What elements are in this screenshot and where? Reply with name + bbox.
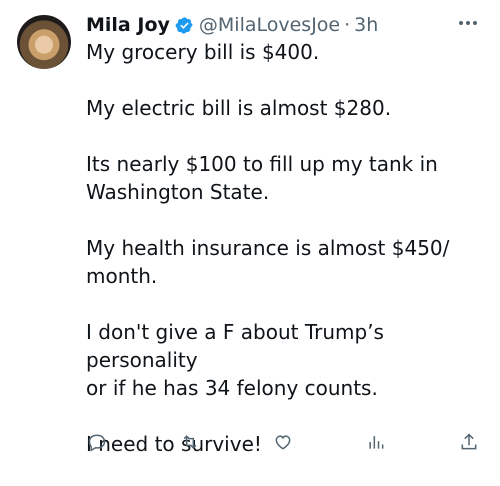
reply-icon[interactable] (86, 432, 108, 452)
author-name[interactable]: Mila Joy (86, 14, 170, 36)
more-dot (473, 21, 477, 25)
author-handle[interactable]: @MilaLovesJoe (199, 14, 340, 36)
tweet: Mila Joy @MilaLovesJoe · 3h My grocery b… (0, 0, 500, 456)
tweet-paragraph: My electric bill is almost $280. (86, 96, 392, 120)
avatar[interactable] (17, 15, 71, 69)
tweet-text: My grocery bill is $400. My electric bil… (86, 38, 486, 486)
tweet-paragraph: I don't give a F about Trump’s personali… (86, 320, 384, 400)
tweet-paragraph: My health insurance is almost $450/ mont… (86, 236, 450, 288)
views-icon[interactable] (365, 432, 387, 452)
retweet-icon[interactable] (179, 432, 201, 452)
tweet-header: Mila Joy @MilaLovesJoe · 3h (86, 10, 378, 40)
timestamp[interactable]: 3h (354, 14, 378, 36)
separator-dot: · (344, 14, 351, 36)
share-icon[interactable] (458, 432, 480, 452)
more-options-icon[interactable] (456, 13, 480, 33)
tweet-actions (86, 432, 480, 452)
verified-badge-icon (175, 16, 194, 35)
like-icon[interactable] (272, 432, 294, 452)
more-dot (459, 21, 463, 25)
tweet-paragraph: My grocery bill is $400. (86, 40, 320, 64)
tweet-paragraph: Its nearly $100 to fill up my tank in Wa… (86, 152, 438, 204)
more-dot (466, 21, 470, 25)
